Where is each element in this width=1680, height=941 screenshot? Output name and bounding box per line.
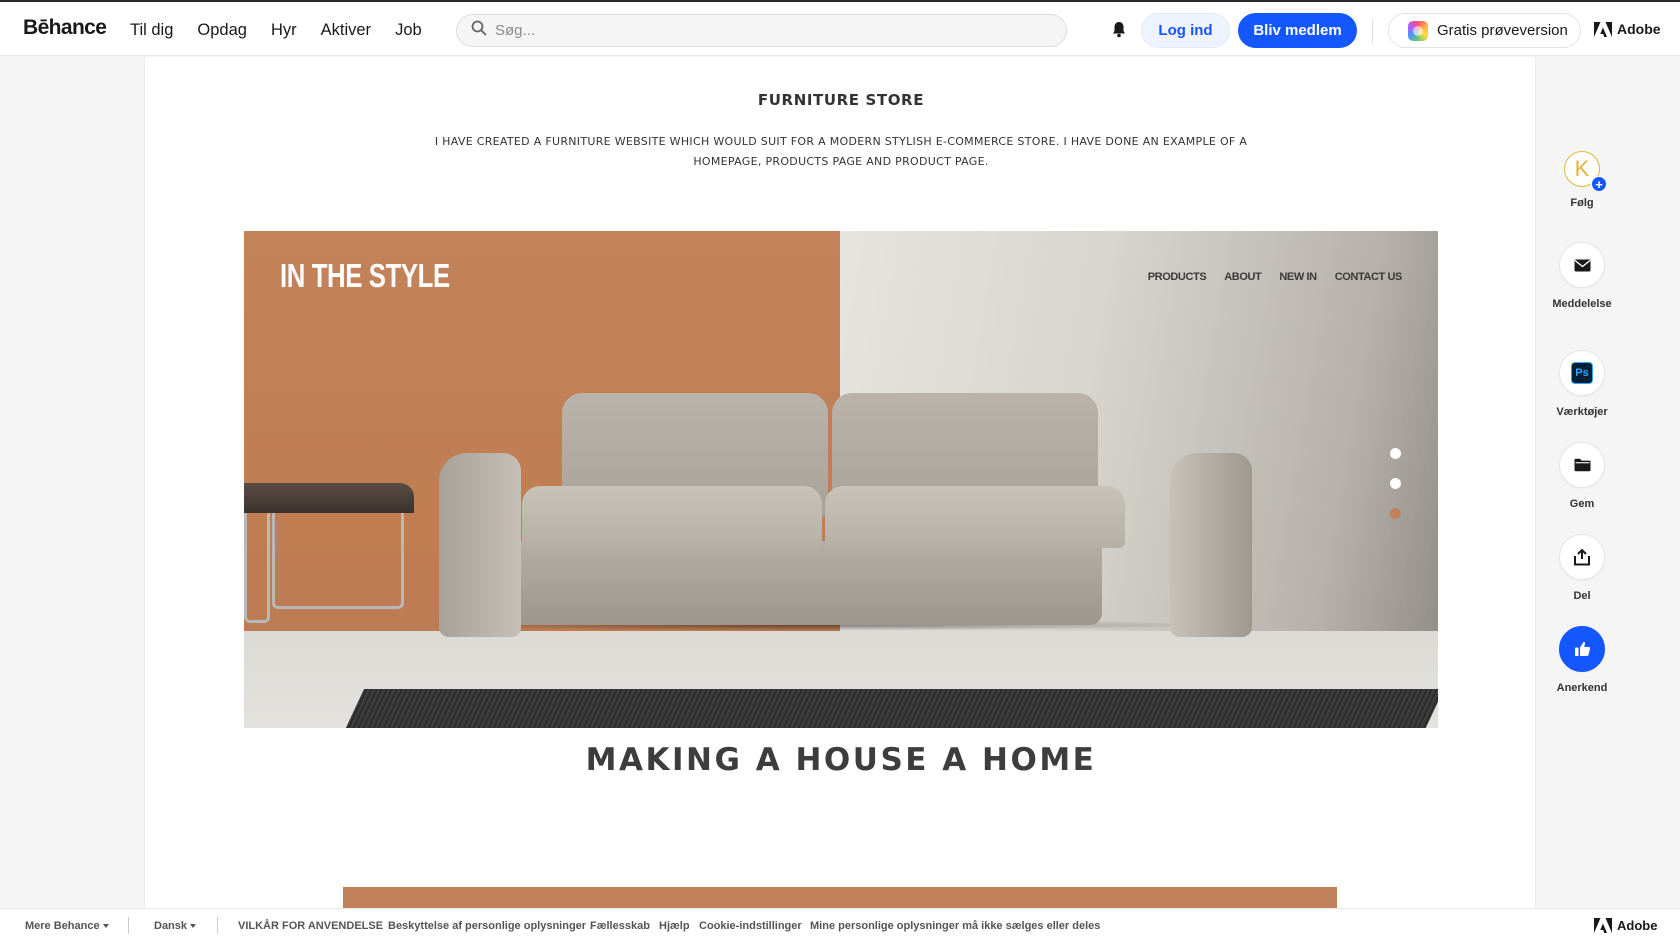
adobe-logo-icon — [1594, 918, 1612, 933]
sofa-arm-right — [1170, 453, 1252, 637]
next-image-preview — [343, 887, 1337, 908]
hero-image[interactable]: IN THE STYLE PRODUCTS ABOUT NEW IN CONTA… — [244, 231, 1438, 728]
nav-for-you[interactable]: Til dig — [130, 21, 173, 40]
nav-assets[interactable]: Aktiver — [321, 21, 371, 40]
sofa-seat-cushion — [825, 486, 1125, 548]
search-bar[interactable] — [456, 14, 1067, 47]
photoshop-icon: Ps — [1571, 362, 1593, 384]
tools-label: Værktøjer — [1556, 406, 1608, 418]
search-input[interactable] — [495, 22, 1035, 39]
nav-discover[interactable]: Opdag — [197, 21, 247, 40]
avatar-letter: K — [1574, 156, 1590, 181]
side-table-leg — [244, 513, 270, 623]
footer-link-privacy[interactable]: Beskyttelse af personlige oplysninger — [388, 920, 586, 932]
adobe-logo-icon — [1594, 21, 1612, 37]
side-table-leg — [272, 513, 404, 609]
language-label: Dansk — [154, 920, 188, 932]
share-icon — [1574, 548, 1590, 565]
follow-label: Følg — [1570, 197, 1594, 209]
share-button[interactable] — [1559, 534, 1605, 580]
share-label: Del — [1573, 590, 1591, 602]
appreciate-action[interactable]: Anerkend — [1536, 626, 1628, 695]
project-canvas: FURNITURE STORE I HAVE CREATED A FURNITU… — [144, 57, 1536, 908]
adobe-footer-link[interactable]: Adobe — [1594, 918, 1657, 933]
language-menu[interactable]: Dansk — [154, 920, 197, 932]
appreciate-label: Anerkend — [1556, 682, 1608, 694]
sofa-arm-left — [439, 453, 521, 637]
search-icon — [471, 20, 487, 41]
follow-action[interactable]: K + Følg — [1536, 151, 1628, 210]
message-label: Meddelelse — [1552, 298, 1612, 310]
save-label: Gem — [1569, 498, 1595, 510]
sign-up-button[interactable]: Bliv medlem — [1238, 13, 1357, 48]
hero-nav-new-in: NEW IN — [1279, 271, 1317, 283]
project-action-rail: K + Følg Meddelelse Ps Værktøjer Gem Del… — [1536, 57, 1680, 908]
footer-link-terms[interactable]: VILKÅR FOR ANVENDELSE — [238, 920, 383, 932]
free-trial-label: Gratis prøveversion — [1437, 22, 1568, 39]
caret-down-icon — [102, 924, 109, 929]
slide-dot — [1390, 448, 1401, 459]
behance-logo[interactable]: Bēhance — [23, 16, 107, 40]
login-button[interactable]: Log ind — [1141, 13, 1230, 48]
hero-nav-products: PRODUCTS — [1147, 271, 1207, 283]
message-action[interactable]: Meddelelse — [1536, 242, 1628, 311]
tools-action[interactable]: Ps Værktøjer — [1536, 350, 1628, 419]
slide-dot-active — [1390, 508, 1401, 519]
adobe-label: Adobe — [1617, 21, 1661, 37]
hero-nav-contact: CONTACT US — [1334, 271, 1403, 283]
share-action[interactable]: Del — [1536, 534, 1628, 603]
project-description: I HAVE CREATED A FURNITURE WEBSITE WHICH… — [434, 135, 1248, 168]
side-table — [244, 483, 414, 513]
footer-link-cookies[interactable]: Cookie-indstillinger — [699, 920, 802, 932]
nav-jobs[interactable]: Job — [395, 21, 422, 40]
sofa-seat-cushion — [522, 486, 822, 548]
plus-icon: + — [1591, 176, 1607, 192]
save-button[interactable] — [1559, 442, 1605, 488]
section-headline: MAKING A HOUSE A HOME — [585, 742, 1097, 778]
site-header: Bēhance Til dig Opdag Hyr Aktiver Job Lo… — [0, 2, 1680, 56]
notification-bell-icon[interactable] — [1112, 21, 1126, 43]
footer-link-do-not-sell[interactable]: Mine personlige oplysninger må ikke sælg… — [810, 920, 1100, 932]
message-button[interactable] — [1559, 242, 1605, 288]
free-trial-button[interactable]: Gratis prøveversion — [1388, 13, 1581, 48]
footer-link-help[interactable]: Hjælp — [659, 920, 690, 932]
appreciate-button[interactable] — [1559, 626, 1605, 672]
rug — [336, 689, 1438, 728]
footer-link-community[interactable]: Fællesskab — [590, 920, 650, 932]
project-title: FURNITURE STORE — [757, 91, 925, 109]
footer-divider — [217, 917, 218, 934]
hero-brand-logo: IN THE STYLE — [280, 257, 450, 294]
caret-down-icon — [190, 924, 197, 929]
save-action[interactable]: Gem — [1536, 442, 1628, 511]
more-behance-menu[interactable]: Mere Behance — [25, 920, 109, 932]
slide-dot — [1390, 478, 1401, 489]
tools-button[interactable]: Ps — [1559, 350, 1605, 396]
envelope-icon — [1574, 259, 1590, 271]
site-footer: Mere Behance Dansk VILKÅR FOR ANVENDELSE… — [0, 908, 1680, 941]
hero-nav: PRODUCTS ABOUT NEW IN CONTACT US — [1147, 271, 1403, 283]
more-behance-label: Mere Behance — [25, 920, 100, 932]
creative-cloud-icon — [1408, 20, 1428, 41]
footer-divider — [128, 917, 129, 934]
hero-nav-about: ABOUT — [1224, 271, 1262, 283]
sofa-base — [502, 541, 1102, 625]
thumbs-up-icon — [1574, 641, 1590, 656]
adobe-link[interactable]: Adobe — [1594, 21, 1661, 37]
main-nav: Til dig Opdag Hyr Aktiver Job — [130, 21, 446, 40]
header-divider — [1372, 18, 1373, 43]
nav-hire[interactable]: Hyr — [271, 21, 297, 40]
owner-avatar[interactable]: K + — [1564, 151, 1607, 192]
adobe-footer-label: Adobe — [1617, 918, 1658, 933]
folder-icon — [1574, 458, 1590, 472]
